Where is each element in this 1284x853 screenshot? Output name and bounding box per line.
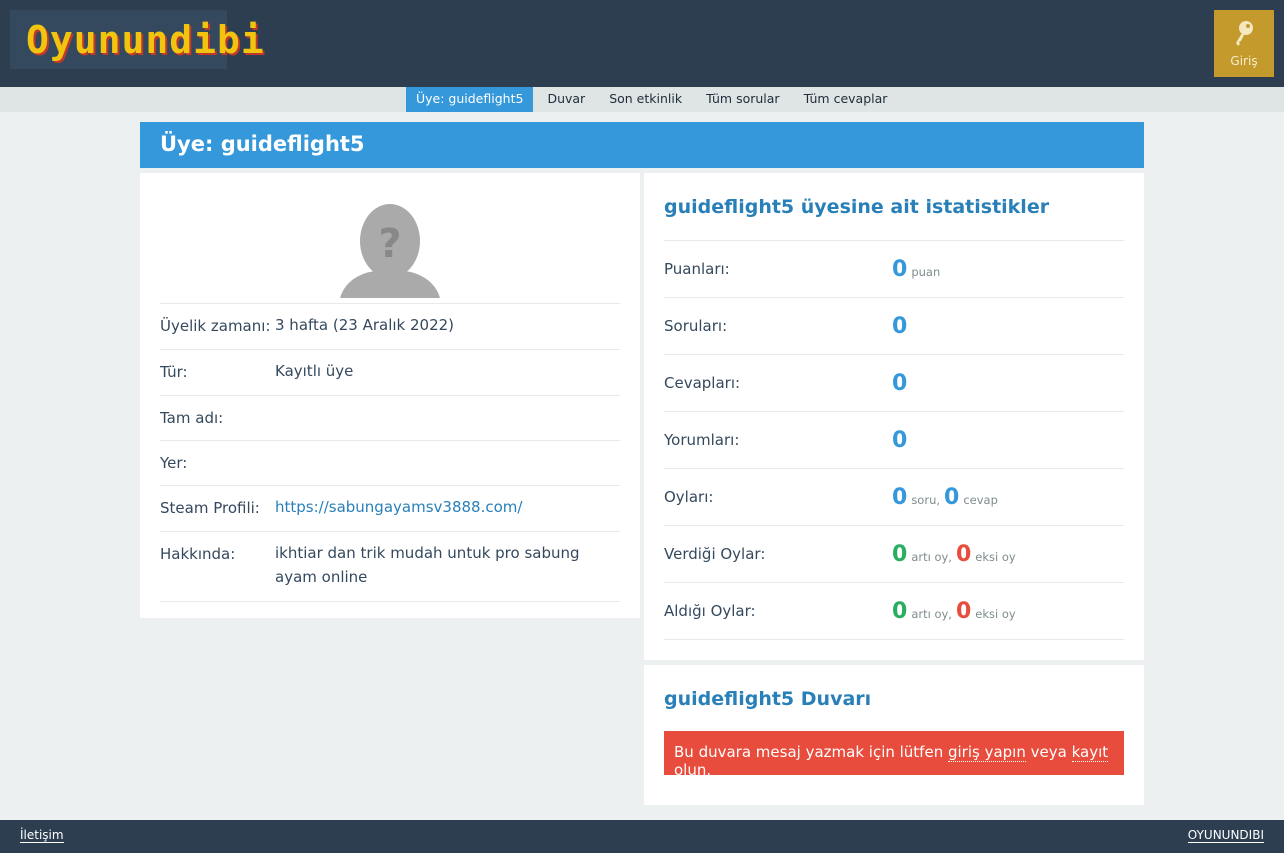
- stat-row-votes-given: Verdiği Oylar: 0 artı oy, 0 eksi oy: [664, 526, 1124, 583]
- top-header: Oyunundibi Giriş: [0, 0, 1284, 87]
- stat-label: Aldığı Oylar:: [664, 602, 756, 620]
- profile-value: https://sabungayamsv3888.com/: [275, 482, 620, 531]
- wall-msg-middle: veya: [1025, 743, 1072, 761]
- stat-label: Verdiği Oylar:: [664, 545, 766, 563]
- profile-row-member-since: Üyelik zamanı: 3 hafta (23 Aralık 2022): [160, 304, 620, 350]
- profile-label: Tür:: [160, 363, 188, 381]
- key-icon: [1236, 20, 1253, 46]
- stat-row-questions: Soruları: 0: [664, 298, 1124, 355]
- profile-row-type: Tür: Kayıtlı üye: [160, 350, 620, 396]
- svg-text:?: ?: [378, 221, 401, 267]
- login-label: Giriş: [1230, 53, 1258, 68]
- sub-navigation: Üye: guideflight5 Duvar Son etkinlik Tüm…: [0, 87, 1284, 112]
- stats-panel: guideflight5 üyesine ait istatistikler P…: [644, 173, 1144, 660]
- profile-label: Steam Profili:: [160, 499, 260, 517]
- stat-row-answers: Cevapları: 0: [664, 355, 1124, 412]
- stat-row-points: Puanları: 0 puan: [664, 241, 1124, 298]
- stat-row-comments: Yorumları: 0: [664, 412, 1124, 469]
- nav-item-user[interactable]: Üye: guideflight5: [406, 87, 534, 112]
- stat-value: 0: [892, 427, 908, 453]
- stats-table: Puanları: 0 puan Soruları: 0 Cevapları: …: [664, 240, 1124, 640]
- page-title-bar: Üye: guideflight5: [140, 122, 1144, 168]
- stat-unit: eksi oy: [975, 606, 1016, 621]
- nav-item-wall[interactable]: Duvar: [535, 87, 597, 112]
- steam-profile-link[interactable]: https://sabungayamsv3888.com/: [275, 498, 522, 516]
- profile-row-full-name: Tam adı:: [160, 396, 620, 441]
- stat-unit: artı oy,: [911, 606, 952, 621]
- profile-label: Üyelik zamanı:: [160, 317, 271, 335]
- profile-value: ikhtiar dan trik mudah untuk pro sabung …: [275, 544, 580, 586]
- footer-site-link[interactable]: OYUNUNDIBI: [1187, 828, 1264, 843]
- stat-unit: puan: [911, 264, 941, 279]
- profile-row-about: Hakkında: ikhtiar dan trik mudah untuk p…: [160, 532, 620, 602]
- wall-panel: guideflight5 Duvarı Bu duvara mesaj yazm…: [644, 665, 1144, 805]
- profile-label: Hakkında:: [160, 545, 236, 563]
- stat-unit: cevap: [963, 492, 998, 507]
- stat-label: Puanları:: [664, 260, 730, 278]
- stat-value: 0: [955, 541, 972, 567]
- profile-label: Tam adı:: [160, 409, 224, 427]
- default-avatar-icon: ?: [340, 204, 440, 298]
- stat-unit: soru,: [911, 492, 941, 507]
- stat-value: 0: [892, 256, 908, 282]
- stats-title: guideflight5 üyesine ait istatistikler: [664, 196, 1050, 218]
- wall-msg-prefix: Bu duvara mesaj yazmak için lütfen: [674, 743, 948, 761]
- stat-value: 0: [892, 541, 908, 567]
- stat-row-votes-received: Aldığı Oylar: 0 artı oy, 0 eksi oy: [664, 583, 1124, 640]
- footer: İletişim OYUNUNDIBI: [0, 820, 1284, 853]
- site-logo[interactable]: Oyunundibi: [10, 10, 264, 69]
- stat-row-votes: Oyları: 0 soru, 0 cevap: [664, 469, 1124, 526]
- stat-value: 0: [944, 484, 960, 510]
- login-button[interactable]: Giriş: [1214, 10, 1274, 77]
- page-title: Üye: guideflight5: [160, 132, 365, 156]
- profile-value: Kayıtlı üye: [275, 362, 354, 380]
- stat-value: 0: [892, 370, 908, 396]
- stat-unit: artı oy,: [911, 549, 952, 564]
- profile-value: [275, 437, 620, 485]
- profile-value: 3 hafta (23 Aralık 2022): [275, 316, 455, 334]
- stat-label: Oyları:: [664, 488, 714, 506]
- stat-value: 0: [892, 484, 908, 510]
- stat-value: 0: [955, 598, 972, 624]
- nav-item-recent-activity[interactable]: Son etkinlik: [597, 87, 694, 112]
- profile-row-location: Yer:: [160, 441, 620, 486]
- nav-item-all-answers[interactable]: Tüm cevaplar: [792, 87, 900, 112]
- wall-title: guideflight5 Duvarı: [664, 688, 872, 710]
- stat-unit: eksi oy: [975, 549, 1016, 564]
- stat-value: 0: [892, 313, 908, 339]
- profile-panel: ? Üyelik zamanı: 3 hafta (23 Aralık 2022…: [140, 173, 640, 618]
- wall-msg-suffix: .: [706, 761, 712, 779]
- profile-label: Yer:: [160, 454, 188, 472]
- stat-label: Yorumları:: [664, 431, 740, 449]
- stat-value: 0: [892, 598, 908, 624]
- stat-label: Cevapları:: [664, 374, 741, 392]
- wall-login-link[interactable]: giriş yapın: [947, 743, 1026, 762]
- stat-label: Soruları:: [664, 317, 728, 335]
- profile-info-table: Üyelik zamanı: 3 hafta (23 Aralık 2022) …: [160, 303, 620, 602]
- wall-login-notice: Bu duvara mesaj yazmak için lütfen giriş…: [664, 731, 1124, 780]
- profile-row-steam: Steam Profili: https://sabungayamsv3888.…: [160, 486, 620, 532]
- footer-contact-link[interactable]: İletişim: [20, 828, 64, 843]
- logo-text: Oyunundibi: [26, 17, 265, 62]
- nav-item-all-questions[interactable]: Tüm sorular: [694, 87, 792, 112]
- profile-value: [275, 392, 620, 440]
